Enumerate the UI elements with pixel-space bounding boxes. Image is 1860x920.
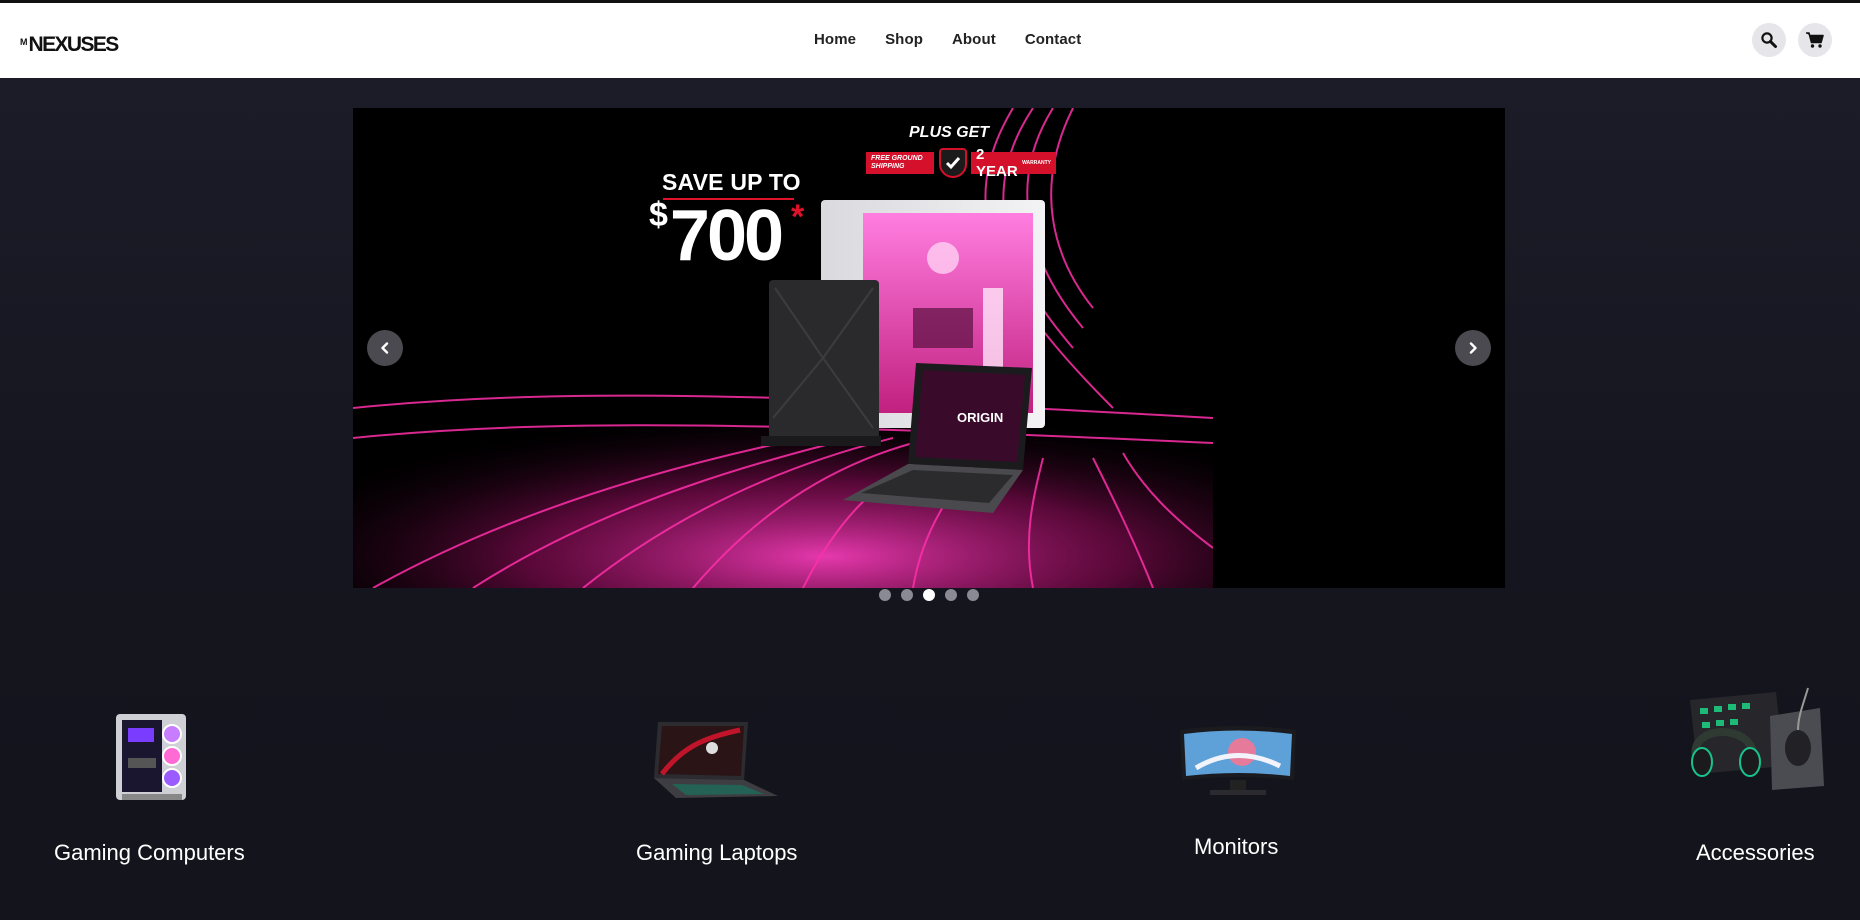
checkmark-shield-icon (939, 148, 967, 178)
promo-plus-get: PLUS GET (909, 124, 990, 141)
warranty-years: 2 YEAR (976, 146, 1018, 180)
category-label-monitors[interactable]: Monitors (1194, 834, 1278, 860)
carousel-dot-4[interactable] (945, 589, 957, 601)
cart-icon (1806, 32, 1824, 48)
carousel-dot-5[interactable] (967, 589, 979, 601)
carousel-dot-1[interactable] (879, 589, 891, 601)
nav-contact-link[interactable]: Contact (1025, 31, 1082, 48)
nav-shop-link[interactable]: Shop (885, 31, 923, 48)
chevron-left-icon (381, 342, 389, 354)
gaming-computer-image (116, 714, 186, 800)
site-header: MNEXUSES Home Shop About Contact (0, 3, 1860, 78)
promo-save-text: SAVE UP TO (662, 169, 801, 195)
carousel-prev-button[interactable] (367, 330, 403, 366)
brand-logo[interactable]: MNEXUSES (20, 33, 120, 57)
hero-carousel: ORIGIN PLUS GET FREE GROUND SHIPPING 2 Y… (353, 108, 1505, 588)
carousel-dot-3[interactable] (923, 589, 935, 601)
category-accessories[interactable] (1680, 686, 1826, 801)
free-shipping-badge: FREE GROUND SHIPPING (866, 152, 934, 174)
shipping-line-2: SHIPPING (871, 163, 905, 170)
category-label-accessories[interactable]: Accessories (1696, 840, 1815, 866)
nav-home-link[interactable]: Home (814, 31, 856, 48)
brand-mark: M (20, 37, 28, 47)
accessories-image (1690, 687, 1824, 790)
search-button[interactable] (1752, 23, 1786, 57)
promo-amount: $700 (649, 196, 784, 272)
category-label-gaming-laptops[interactable]: Gaming Laptops (636, 840, 797, 866)
carousel-dot-2[interactable] (901, 589, 913, 601)
search-icon (1761, 32, 1777, 48)
category-label-gaming-computers[interactable]: Gaming Computers (54, 840, 245, 866)
category-gaming-computers[interactable] (108, 708, 192, 809)
promo-currency: $ (649, 196, 668, 234)
main-nav: Home Shop About Contact (814, 31, 1081, 48)
promo-amount-value: 700 (669, 196, 784, 276)
category-gaming-laptops[interactable] (652, 718, 780, 807)
promo-asterisk: * (791, 198, 805, 236)
gaming-laptop-image (654, 722, 778, 798)
shipping-line-1: FREE GROUND (871, 155, 923, 162)
category-monitors[interactable] (1176, 724, 1300, 805)
monitor-image (1180, 726, 1296, 795)
nav-about-link[interactable]: About (952, 31, 996, 48)
cart-button[interactable] (1798, 23, 1832, 57)
carousel-indicators (879, 589, 979, 601)
laptop-logo: ORIGIN (957, 410, 1003, 425)
chevron-right-icon (1469, 342, 1477, 354)
carousel-next-button[interactable] (1455, 330, 1491, 366)
warranty-small-label: WARRANTY (1022, 160, 1051, 166)
warranty-badge: 2 YEAR WARRANTY (971, 146, 1056, 180)
brand-name: NEXUSES (28, 33, 120, 56)
